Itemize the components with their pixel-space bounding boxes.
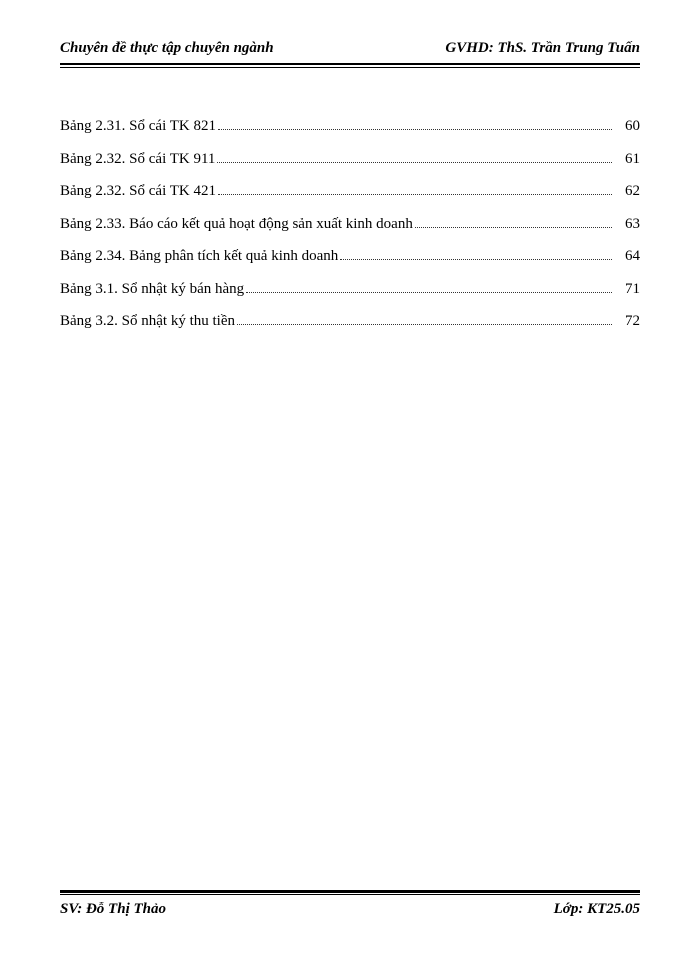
toc-label: Bảng 2.33. Báo cáo kết quả hoạt động sản… [60,213,413,236]
toc-leader-dots [217,162,612,163]
toc-page: 63 [616,213,640,236]
toc-page: 64 [616,245,640,268]
toc-leader-dots [218,194,612,195]
footer-right: Lớp: KT25.05 [554,901,640,918]
toc-leader-dots [237,324,612,325]
toc-leader-dots [246,292,612,293]
toc-page: 72 [616,310,640,333]
page-header: Chuyên đề thực tập chuyên ngành GVHD: Th… [60,40,640,65]
toc-entry: Bảng 2.34. Bảng phân tích kết quả kinh d… [60,245,640,268]
toc-leader-dots [415,227,612,228]
toc-label: Bảng 2.32. Sổ cái TK 421 [60,180,216,203]
footer-left: SV: Đỗ Thị Thảo [60,901,166,918]
toc-entry: Bảng 2.32. Sổ cái TK 911 61 [60,148,640,171]
header-right: GVHD: ThS. Trần Trung Tuấn [445,40,640,57]
toc-label: Bảng 2.31. Sổ cái TK 821 [60,115,216,138]
toc-entry: Bảng 2.33. Báo cáo kết quả hoạt động sản… [60,213,640,236]
toc-label: Bảng 3.2. Sổ nhật ký thu tiền [60,310,235,333]
toc-page: 61 [616,148,640,171]
toc-leader-dots [340,259,612,260]
toc-entry: Bảng 3.2. Sổ nhật ký thu tiền 72 [60,310,640,333]
toc-entry: Bảng 3.1. Sổ nhật ký bán hàng 71 [60,278,640,301]
header-left: Chuyên đề thực tập chuyên ngành [60,40,274,57]
toc-entry: Bảng 2.32. Sổ cái TK 421 62 [60,180,640,203]
toc-entry: Bảng 2.31. Sổ cái TK 821 60 [60,115,640,138]
toc-label: Bảng 3.1. Sổ nhật ký bán hàng [60,278,244,301]
toc-label: Bảng 2.34. Bảng phân tích kết quả kinh d… [60,245,338,268]
toc-label: Bảng 2.32. Sổ cái TK 911 [60,148,215,171]
toc-page: 62 [616,180,640,203]
toc-leader-dots [218,129,612,130]
page-footer: SV: Đỗ Thị Thảo Lớp: KT25.05 [60,894,640,918]
toc-list: Bảng 2.31. Sổ cái TK 821 60 Bảng 2.32. S… [60,115,640,333]
toc-page: 60 [616,115,640,138]
toc-page: 71 [616,278,640,301]
